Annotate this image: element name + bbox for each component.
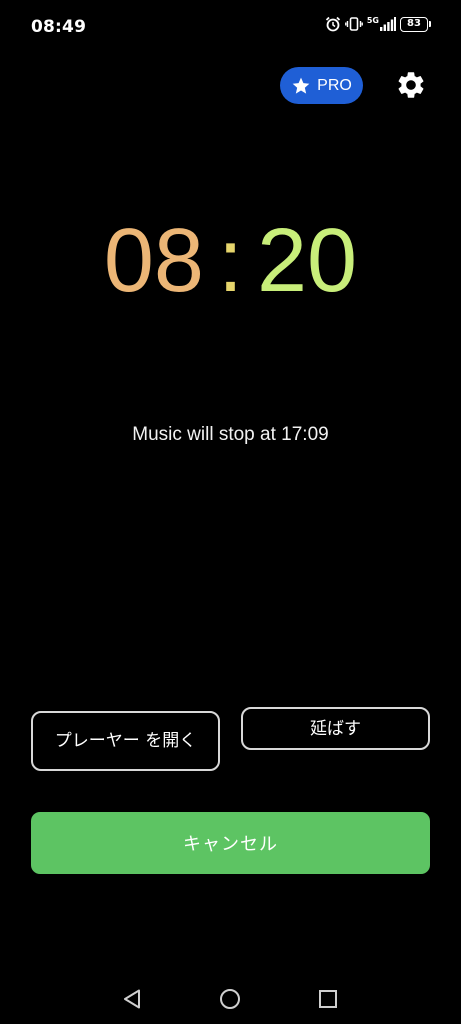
recents-icon[interactable] [318, 988, 338, 1010]
alarm-icon [325, 16, 340, 32]
vibrate-icon [344, 17, 363, 31]
snooze-label: 延ばす [310, 718, 361, 739]
battery-level: 83 [400, 16, 428, 32]
open-player-label: プレーヤー を開く [54, 731, 197, 751]
pro-button[interactable]: PRO [280, 67, 363, 104]
timer-separator: : [217, 211, 243, 311]
pro-label: PRO [317, 76, 352, 94]
status-time: 08:49 [31, 17, 87, 37]
navigation-bar [0, 980, 461, 1020]
cancel-button[interactable]: キャンセル [31, 812, 430, 874]
star-icon [292, 77, 310, 94]
cancel-label: キャンセル [183, 834, 278, 855]
battery-icon: 83 [400, 16, 431, 32]
open-player-button[interactable]: プレーヤー を開く [31, 711, 220, 771]
signal-icon [380, 17, 396, 31]
home-icon[interactable] [219, 988, 241, 1010]
countdown-timer: 08:20 [0, 216, 461, 306]
music-stop-message: Music will stop at 17:09 [132, 424, 329, 445]
back-icon[interactable] [121, 988, 143, 1010]
settings-button[interactable] [395, 69, 427, 101]
timer-hours: 08 [103, 211, 204, 311]
status-icons: 5G 83 [325, 16, 431, 32]
snooze-button[interactable]: 延ばす [241, 707, 430, 750]
gear-icon [398, 72, 424, 98]
battery-tip [429, 21, 431, 27]
timer-minutes: 20 [257, 211, 358, 311]
status-bar: 08:49 5G 83 [0, 0, 461, 56]
network-type: 5G [366, 15, 379, 25]
